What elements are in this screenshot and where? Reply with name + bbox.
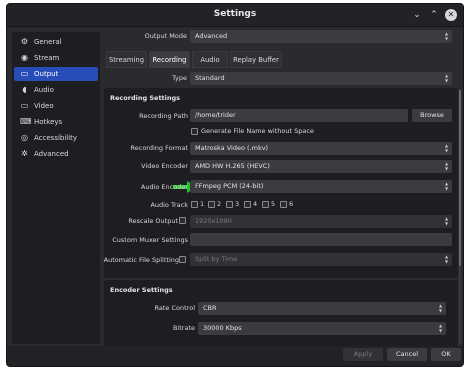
recording-settings-title: Recording Settings bbox=[110, 94, 181, 102]
sidebar-item-general[interactable]: ⚙ General bbox=[14, 35, 98, 49]
recording-path-label: Recording Path bbox=[139, 112, 188, 120]
encoder-settings-title: Encoder Settings bbox=[110, 286, 173, 294]
type-label: Type bbox=[172, 74, 187, 82]
updown-icon: ▲ ▼ bbox=[444, 216, 449, 226]
file-splitting-checkbox[interactable] bbox=[179, 256, 186, 263]
monitor-icon: ▭ bbox=[20, 101, 29, 110]
file-splitting-label: Automatic File Splitting bbox=[103, 256, 179, 264]
updown-icon: ▲ ▼ bbox=[438, 303, 443, 313]
type-value: Standard bbox=[195, 74, 225, 82]
audio-icon: ◖ bbox=[22, 85, 27, 94]
video-encoder-value: AMD HW H.265 (HEVC) bbox=[195, 162, 270, 170]
window-title: Settings bbox=[213, 9, 257, 19]
recording-format-label: Recording Format bbox=[130, 144, 188, 152]
apply-button[interactable]: Apply bbox=[343, 348, 383, 361]
rescale-output-value: 1920x1080 bbox=[195, 217, 232, 225]
tab-replay-buffer[interactable]: Replay Buffer bbox=[230, 51, 282, 68]
generate-filename-checkbox[interactable] bbox=[191, 128, 198, 135]
wrench-icon: ✲ bbox=[21, 149, 28, 158]
sidebar-item-label: Hotkeys bbox=[34, 118, 63, 126]
accessibility-icon: ◎ bbox=[21, 133, 28, 142]
audio-track-2-label: 2 bbox=[217, 200, 222, 208]
audio-track-5-checkbox[interactable] bbox=[262, 201, 269, 208]
rescale-output-label: Rescale Output bbox=[128, 217, 178, 225]
video-encoder-label: Video Encoder bbox=[141, 162, 188, 170]
bitrate-spinbox[interactable]: 30000 Kbps ▲ ▼ bbox=[198, 322, 446, 335]
scrollbar[interactable] bbox=[458, 88, 462, 346]
sidebar-item-output[interactable]: ▭ Output bbox=[14, 67, 98, 81]
settings-sidebar: ⚙ General ◉ Stream ▭ Output ◖ Audio ▭ Vi… bbox=[12, 32, 100, 344]
audio-track-4-checkbox[interactable] bbox=[244, 201, 251, 208]
audio-track-6-label: 6 bbox=[289, 200, 294, 208]
sidebar-item-label: General bbox=[34, 38, 62, 46]
updown-icon: ▲ ▼ bbox=[444, 161, 449, 171]
cancel-button[interactable]: Cancel bbox=[387, 348, 427, 361]
updown-icon: ▲ ▼ bbox=[444, 143, 449, 153]
audio-track-1-checkbox[interactable] bbox=[191, 201, 198, 208]
sidebar-item-label: Audio bbox=[34, 86, 54, 94]
custom-muxer-input[interactable] bbox=[190, 233, 452, 246]
output-mode-label: Output Mode bbox=[144, 32, 187, 40]
sidebar-item-audio[interactable]: ◖ Audio bbox=[14, 83, 98, 97]
output-mode-value: Advanced bbox=[195, 32, 228, 40]
audio-track-3-checkbox[interactable] bbox=[226, 201, 233, 208]
output-mode-select[interactable]: Advanced ▲ ▼ bbox=[190, 30, 452, 43]
generate-filename-label: Generate File Name without Space bbox=[201, 127, 314, 135]
sidebar-item-label: Accessibility bbox=[34, 134, 78, 142]
rate-control-label: Rate Control bbox=[154, 304, 195, 312]
rate-control-value: CBR bbox=[203, 304, 217, 312]
audio-encoder-label: Audio Encoder bbox=[140, 183, 188, 191]
sidebar-item-stream[interactable]: ◉ Stream bbox=[14, 51, 98, 65]
gear-icon: ⚙ bbox=[20, 37, 29, 46]
updown-icon: ▲ ▼ bbox=[444, 73, 449, 83]
updown-icon: ▲ ▼ bbox=[444, 254, 449, 264]
bitrate-label: Bitrate bbox=[172, 324, 195, 332]
updown-icon: ▲ ▼ bbox=[444, 181, 449, 191]
tab-streaming[interactable]: Streaming bbox=[106, 51, 147, 68]
type-select[interactable]: Standard ▲ ▼ bbox=[190, 72, 452, 85]
file-splitting-value: Split by Time bbox=[195, 255, 238, 263]
custom-muxer-label: Custom Muxer Settings bbox=[112, 236, 188, 244]
video-encoder-select[interactable]: AMD HW H.265 (HEVC) ▲ ▼ bbox=[190, 160, 452, 173]
updown-icon: ▲ ▼ bbox=[444, 31, 449, 41]
recording-format-value: Matroska Video (.mkv) bbox=[195, 144, 269, 152]
bitrate-value: 30000 Kbps bbox=[203, 324, 242, 332]
tab-recording[interactable]: Recording bbox=[149, 51, 190, 68]
updown-icon: ▲ ▼ bbox=[438, 323, 443, 333]
close-icon[interactable]: ✕ bbox=[445, 9, 457, 21]
audio-track-label: Audio Track bbox=[150, 201, 188, 209]
title-bar: Settings ⌄ ⌃ ✕ bbox=[7, 4, 463, 27]
sidebar-item-label: Output bbox=[34, 70, 59, 78]
maximize-icon[interactable]: ⌃ bbox=[428, 9, 440, 21]
sidebar-item-accessibility[interactable]: ◎ Accessibility bbox=[14, 131, 98, 145]
globe-icon: ◉ bbox=[21, 53, 28, 62]
file-splitting-select[interactable]: Split by Time ▲ ▼ bbox=[190, 253, 452, 266]
audio-track-5-label: 5 bbox=[271, 200, 276, 208]
audio-encoder-value: FFmpeg PCM (24-bit) bbox=[195, 182, 264, 190]
browse-button[interactable]: Browse bbox=[412, 109, 452, 122]
sidebar-item-label: Advanced bbox=[34, 150, 69, 158]
audio-track-3-label: 3 bbox=[235, 200, 240, 208]
output-icon: ▭ bbox=[20, 69, 29, 78]
tab-audio[interactable]: Audio bbox=[192, 51, 228, 68]
rate-control-select[interactable]: CBR ▲ ▼ bbox=[198, 302, 446, 315]
audio-track-4-label: 4 bbox=[253, 200, 258, 208]
sidebar-item-label: Stream bbox=[34, 54, 60, 62]
keyboard-icon: ⌨ bbox=[20, 117, 32, 126]
settings-window: Settings ⌄ ⌃ ✕ ⚙ General ◉ Stream ▭ Outp… bbox=[6, 3, 464, 367]
ok-button[interactable]: OK bbox=[431, 348, 461, 361]
audio-track-6-checkbox[interactable] bbox=[280, 201, 287, 208]
sidebar-item-label: Video bbox=[34, 102, 54, 110]
recording-format-select[interactable]: Matroska Video (.mkv) ▲ ▼ bbox=[190, 142, 452, 155]
sidebar-item-advanced[interactable]: ✲ Advanced bbox=[14, 147, 98, 161]
sidebar-item-video[interactable]: ▭ Video bbox=[14, 99, 98, 113]
audio-track-1-label: 1 bbox=[200, 200, 205, 208]
rescale-output-select[interactable]: 1920x1080 ▲ ▼ bbox=[190, 215, 452, 228]
audio-encoder-select[interactable]: FFmpeg PCM (24-bit) ▲ ▼ bbox=[190, 180, 452, 193]
sidebar-item-hotkeys[interactable]: ⌨ Hotkeys bbox=[14, 115, 98, 129]
minimize-icon[interactable]: ⌄ bbox=[411, 9, 423, 21]
recording-path-input[interactable]: /home/trider bbox=[190, 109, 408, 122]
rescale-output-checkbox[interactable] bbox=[179, 217, 186, 224]
audio-track-2-checkbox[interactable] bbox=[208, 201, 215, 208]
